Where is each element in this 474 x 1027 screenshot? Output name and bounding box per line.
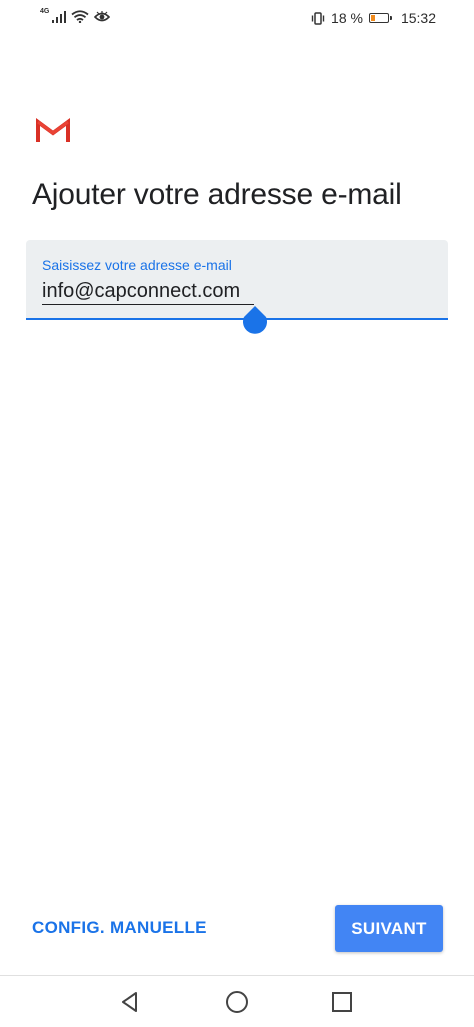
page-title: Ajouter votre adresse e-mail [32, 178, 402, 211]
text-cursor-handle[interactable] [242, 306, 268, 338]
screen: 4G 18 % 15:32 Ajouter votre adresse e-ma… [0, 0, 474, 1027]
email-input[interactable] [42, 280, 432, 303]
vibrate-icon [311, 11, 325, 25]
recents-icon[interactable] [328, 988, 356, 1016]
status-right: 18 % 15:32 [311, 10, 436, 26]
status-left: 4G [40, 8, 111, 23]
spell-underline [42, 304, 254, 305]
battery-icon [368, 13, 392, 23]
home-icon[interactable] [223, 988, 251, 1016]
status-bar: 4G 18 % 15:32 [0, 0, 474, 38]
gmail-logo [36, 118, 70, 142]
network-type: 4G [40, 8, 50, 15]
wifi-icon [71, 10, 89, 23]
email-field-label: Saisissez votre adresse e-mail [42, 257, 232, 273]
next-button[interactable]: SUIVANT [335, 905, 443, 952]
battery-percent: 18 % [331, 10, 363, 26]
eye-icon [94, 10, 111, 21]
clock: 15:32 [400, 10, 436, 26]
manual-config-button[interactable]: CONFIG. MANUELLE [22, 906, 217, 950]
back-icon[interactable] [116, 988, 144, 1016]
battery-fill [370, 15, 375, 21]
signal-icon [52, 10, 67, 23]
email-field-underline [26, 318, 448, 320]
navigation-bar [0, 975, 474, 1027]
email-field[interactable]: Saisissez votre adresse e-mail [26, 240, 448, 320]
